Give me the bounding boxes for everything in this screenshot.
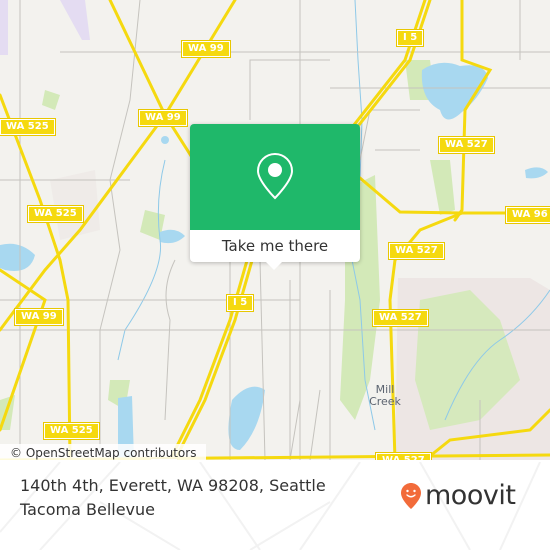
moovit-smiley-pin-icon: [401, 482, 421, 509]
address-text: 140th 4th, Everett, WA 98208, Seattle Ta…: [20, 476, 326, 519]
road-shield: WA 525: [43, 422, 100, 440]
moovit-logo[interactable]: moovit: [400, 480, 516, 511]
map-pin-icon: [256, 152, 294, 200]
road-shield: WA 527: [375, 452, 432, 460]
moovit-wordmark: moovit: [425, 480, 516, 511]
road-shield: WA 96: [505, 206, 550, 224]
road-shield: WA 99: [14, 308, 64, 326]
map-attribution[interactable]: © OpenStreetMap contributors: [0, 444, 207, 460]
road-shield: WA 525: [0, 118, 56, 136]
road-shield: I 5: [225, 294, 255, 312]
road-shield: WA 527: [372, 309, 429, 327]
footer: 140th 4th, Everett, WA 98208, Seattle Ta…: [0, 462, 550, 550]
map[interactable]: WA 99 WA 99 WA 525 WA 525 WA 99 WA 525 I…: [0, 0, 550, 460]
road-shield: WA 525: [27, 205, 84, 223]
road-shield: I 5: [395, 29, 425, 47]
road-shield: WA 99: [181, 40, 231, 58]
popup-header: [190, 124, 360, 230]
take-me-there-button[interactable]: Take me there: [190, 230, 360, 262]
airport-runway: [0, 0, 90, 55]
destination-popup: Take me there: [190, 124, 360, 270]
place-label-mill-creek: Mill Creek: [360, 384, 410, 408]
road-shield: WA 527: [388, 242, 445, 260]
highway-west-link: [0, 268, 47, 432]
popup-tail: [266, 262, 282, 270]
road-shield: WA 99: [138, 109, 188, 127]
place-label-line: Creek: [369, 395, 401, 408]
road-shield: WA 527: [438, 136, 495, 154]
highway-wa99-east: [108, 0, 202, 172]
